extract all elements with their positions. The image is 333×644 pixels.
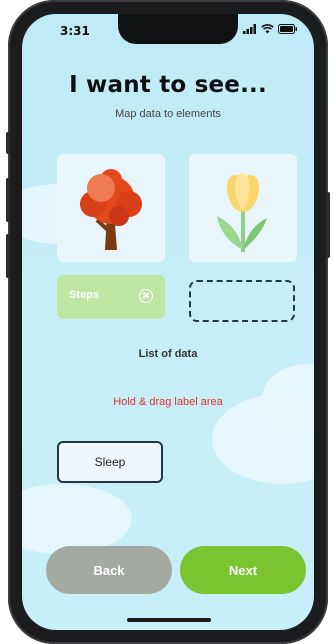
app-screen: 3:31 I want to see... Map data to elemen… xyxy=(22,14,314,630)
tulip-icon xyxy=(217,173,267,252)
drag-hint: Hold & drag label area xyxy=(113,396,223,408)
mute-switch xyxy=(6,132,10,154)
tree-card[interactable] xyxy=(57,154,165,262)
tree-icon xyxy=(80,169,142,250)
tulip-card[interactable] xyxy=(189,154,297,262)
close-circle-icon[interactable] xyxy=(139,289,153,303)
status-icons xyxy=(243,24,298,34)
signal-icon xyxy=(243,24,256,34)
battery-icon xyxy=(278,24,297,34)
volume-up-button xyxy=(6,178,10,222)
list-title: List of data xyxy=(138,348,198,360)
home-indicator xyxy=(127,618,211,622)
next-button[interactable]: Next xyxy=(180,546,306,594)
chip-label: Steps xyxy=(69,289,99,301)
page-title: I want to see... xyxy=(69,72,267,98)
data-item-sleep[interactable]: Sleep xyxy=(57,441,163,483)
notch xyxy=(118,14,238,44)
back-button[interactable]: Back xyxy=(46,546,172,594)
mapped-label-chip[interactable]: Steps xyxy=(57,275,165,319)
cloud-decoration xyxy=(22,484,132,554)
volume-down-button xyxy=(6,234,10,278)
status-time: 3:31 xyxy=(60,24,90,38)
power-button xyxy=(326,192,330,258)
page-subtitle: Map data to elements xyxy=(115,108,221,120)
label-drop-zone[interactable] xyxy=(189,280,295,322)
wifi-icon xyxy=(261,24,274,34)
